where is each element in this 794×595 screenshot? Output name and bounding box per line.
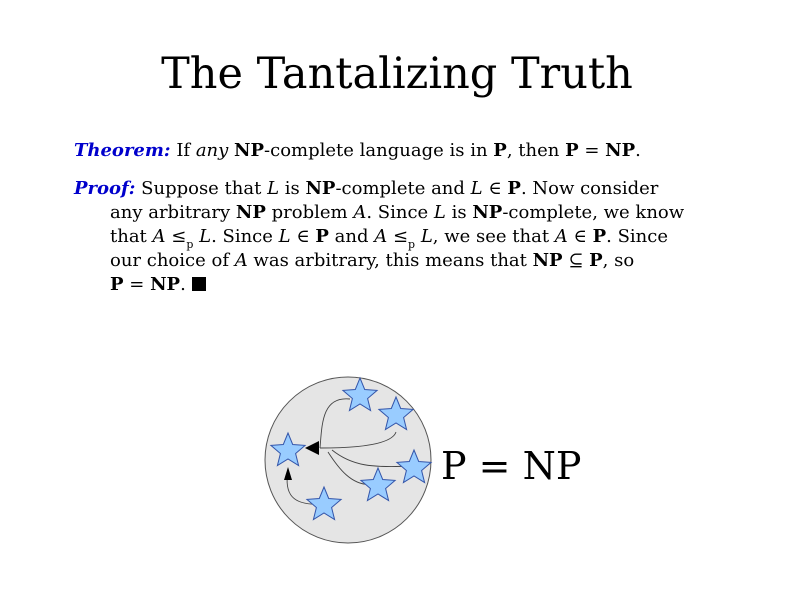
reduces-symbol: ≤: [165, 226, 187, 247]
theorem-label: Theorem:: [74, 140, 171, 161]
class-p: P: [592, 226, 607, 247]
proof-text: , we see that: [432, 226, 555, 247]
theorem-text: , then: [506, 140, 566, 161]
proof-text: any arbitrary: [110, 202, 236, 223]
theorem-text: If: [176, 140, 196, 161]
proof-line-2: any arbitrary NP problem A. Since L is N…: [74, 201, 764, 225]
class-np: NP: [305, 178, 336, 199]
proof-text: is: [445, 202, 473, 223]
class-np: NP: [235, 202, 266, 223]
proof-text: ∈: [567, 226, 593, 247]
proof-line-5: P = NP.: [74, 273, 764, 297]
class-np: NP: [532, 250, 563, 271]
class-np: NP: [472, 202, 503, 223]
proof-text: =: [123, 274, 151, 295]
theorem-text: .: [635, 140, 641, 161]
proof-label: Proof:: [74, 178, 136, 199]
proof-text: problem: [265, 202, 354, 223]
proof-text: ⊆: [562, 250, 590, 271]
var-l: L: [420, 226, 433, 247]
class-np: NP: [150, 274, 181, 295]
proof-text: that: [110, 226, 153, 247]
class-p: P: [315, 226, 329, 247]
proof-text: is: [279, 178, 306, 199]
class-np: NP: [605, 140, 636, 161]
class-np: NP: [234, 140, 265, 161]
class-p: P: [589, 250, 603, 271]
class-p: P: [493, 140, 507, 161]
p-equals-np-diagram: [264, 376, 432, 544]
var-l: L: [267, 178, 280, 199]
proof-text: -complete and: [335, 178, 471, 199]
proof-text: our choice of: [110, 250, 235, 271]
var-a: A: [554, 226, 568, 247]
theorem-text: -complete language is in: [264, 140, 494, 161]
theorem-any: any: [195, 140, 229, 161]
class-p: P: [507, 178, 521, 199]
proof-line-1: Proof: Suppose that L is NP-complete and…: [74, 177, 764, 201]
var-a: A: [152, 226, 166, 247]
proof-line-3: that A ≤p L. Since L ∈ P and A ≤p L, we …: [74, 225, 764, 250]
proof-text: Suppose that: [135, 178, 268, 199]
var-l: L: [470, 178, 483, 199]
var-l: L: [199, 226, 212, 247]
proof-text: . Since: [366, 202, 434, 223]
qed-square-icon: [191, 277, 206, 291]
proof-text: -complete, we know: [502, 202, 685, 223]
class-p: P: [565, 140, 579, 161]
proof-text: . Since: [606, 226, 668, 247]
proof-line-4: our choice of A was arbitrary, this mean…: [74, 249, 764, 273]
proof-text: was arbitrary, this means that: [247, 250, 533, 271]
proof-text: , so: [602, 250, 635, 271]
var-l: L: [433, 202, 446, 223]
proof-text: ∈: [482, 178, 508, 199]
proof-text: . Now consider: [520, 178, 659, 199]
class-p: P: [110, 274, 124, 295]
theorem-text: =: [578, 140, 606, 161]
proof-text: .: [180, 274, 192, 295]
proof-block: Proof: Suppose that L is NP-complete and…: [74, 177, 764, 297]
p-equals-np-label: P = NP: [441, 444, 582, 488]
reduces-symbol: ≤: [387, 226, 409, 247]
var-l: L: [278, 226, 291, 247]
slide-title: The Tantalizing Truth: [161, 49, 633, 99]
theorem-statement: Theorem: If any NP-complete language is …: [74, 139, 764, 163]
var-a: A: [353, 202, 367, 223]
var-a: A: [234, 250, 248, 271]
proof-text: ∈: [290, 226, 316, 247]
var-a: A: [374, 226, 388, 247]
proof-text: and: [328, 226, 375, 247]
proof-text: . Since: [211, 226, 279, 247]
